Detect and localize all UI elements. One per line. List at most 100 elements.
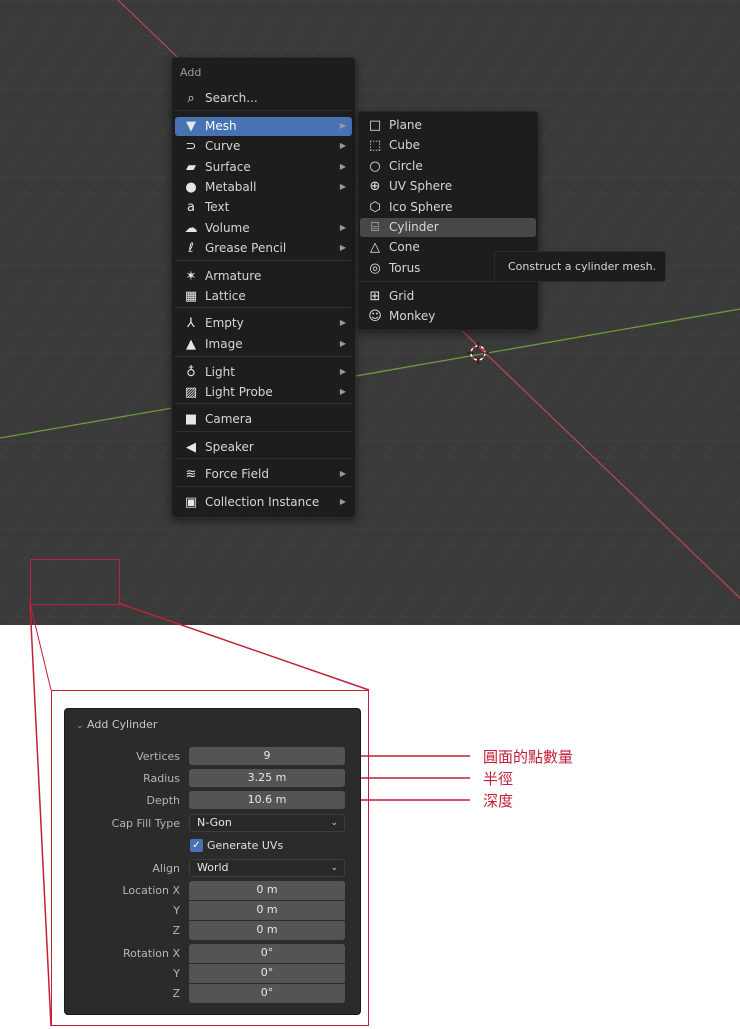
rotation-y-label: Y [173,967,180,980]
chevron-down-icon: ⌄ [330,818,338,828]
menu-separator [175,307,352,308]
mesh-item-cube[interactable]: ⬚ Cube [360,136,536,155]
cap-fill-select[interactable]: N-Gon ⌄ [189,814,345,832]
menu-item-mesh[interactable]: ▼ Mesh ▶ [175,117,352,136]
grease-pencil-icon: ℓ [188,241,194,256]
submenu-arrow-icon: ▶ [339,223,346,232]
menu-item-search[interactable]: ⌕ Search... [175,89,352,108]
menu-item-light[interactable]: ♁ Light ▶ [175,363,352,382]
menu-item-empty[interactable]: ⅄ Empty ▶ [175,314,352,333]
collection-instance-icon: ▣ [184,495,198,510]
menu-item-force-field[interactable]: ≋ Force Field ▶ [175,465,352,484]
submenu-arrow-icon: ▶ [339,497,346,506]
rotation-z-field[interactable]: 0° [189,984,345,1003]
menu-separator [175,110,352,111]
menu-separator [175,403,352,404]
annotation-radius: 半徑 [483,770,514,788]
menu-separator [175,260,352,261]
mesh-item-label: Cone [389,240,420,254]
speaker-icon: ◀ [186,440,196,455]
ico-sphere-icon: ⬡ [369,200,381,215]
armature-icon: ✶ [185,269,197,284]
menu-item-label: Mesh [205,119,237,133]
annotation-depth: 深度 [483,792,514,810]
mesh-item-monkey[interactable]: ☺ Monkey [360,307,536,326]
submenu-arrow-icon: ▶ [339,162,346,171]
menu-item-label: Surface [205,160,251,174]
menu-item-camera[interactable]: ■ Camera [175,410,352,429]
generate-uvs-label[interactable]: Generate UVs [207,839,283,852]
submenu-arrow-icon: ▶ [339,121,346,130]
radius-field[interactable]: 3.25 m [189,769,345,787]
menu-item-collection-instance[interactable]: ▣ Collection Instance ▶ [175,493,352,512]
menu-item-surface[interactable]: ▰ Surface ▶ [175,158,352,177]
menu-item-label: Grease Pencil [205,241,287,255]
vertices-field[interactable]: 9 [189,747,345,765]
menu-item-text[interactable]: a Text [175,198,352,217]
submenu-arrow-icon: ▶ [339,141,346,150]
rotation-z-label: Z [172,987,180,1000]
depth-field[interactable]: 10.6 m [189,791,345,809]
mesh-item-plane[interactable]: □ Plane [360,116,536,135]
submenu-arrow-icon: ▶ [339,387,346,396]
panel-title: Add Cylinder [87,718,158,731]
menu-item-armature[interactable]: ✶ Armature [175,267,352,286]
menu-item-volume[interactable]: ☁ Volume ▶ [175,219,352,238]
cap-fill-value: N-Gon [197,816,232,829]
panel-header[interactable]: ⌄ Add Cylinder [76,718,157,731]
3d-cursor-icon[interactable] [467,342,489,364]
mesh-item-grid[interactable]: ⊞ Grid [360,287,536,306]
menu-item-metaball[interactable]: ● Metaball ▶ [175,178,352,197]
submenu-arrow-icon: ▶ [339,243,346,252]
menu-item-curve[interactable]: ⊃ Curve ▶ [175,137,352,156]
camera-icon: ■ [184,412,198,427]
menu-item-speaker[interactable]: ◀ Speaker [175,438,352,457]
location-y-field[interactable]: 0 m [189,901,345,920]
location-x-field[interactable]: 0 m [189,881,345,900]
add-menu: Add ⌕ Search... ▼ Mesh ▶ ⊃ Curve ▶ ▰ Surface ▶ ● Met… [171,57,356,518]
location-x-label: Location X [122,884,180,897]
mesh-item-label: Torus [389,261,421,275]
annotation-vertices: 圓面的點數量 [483,748,574,766]
menu-item-image[interactable]: ▲ Image ▶ [175,335,352,354]
mesh-item-label: Cylinder [389,220,439,234]
align-select[interactable]: World ⌄ [189,859,345,877]
rotation-x-field[interactable]: 0° [189,944,345,963]
metaball-icon: ● [185,180,197,195]
lattice-icon: ▦ [184,289,198,304]
vertices-label: Vertices [136,750,180,763]
mesh-item-cylinder[interactable]: ⌸ Cylinder [360,218,536,237]
tooltip: Construct a cylinder mesh. [494,251,666,282]
menu-item-label: Volume [205,221,250,235]
mesh-item-label: Circle [389,159,423,173]
mesh-item-label: Ico Sphere [389,200,453,214]
mesh-item-circle[interactable]: ○ Circle [360,157,536,176]
rotation-y-field[interactable]: 0° [189,964,345,983]
uv-sphere-icon: ⊕ [369,179,381,194]
location-z-field[interactable]: 0 m [189,921,345,940]
add-menu-title: Add [180,66,202,79]
mesh-item-uv-sphere[interactable]: ⊕ UV Sphere [360,177,536,196]
menu-item-label: Camera [205,412,253,426]
3d-viewport[interactable]: Add ⌕ Search... ▼ Mesh ▶ ⊃ Curve ▶ ▰ Surface ▶ ● Met… [0,0,740,625]
align-value: World [197,861,229,874]
menu-separator [175,431,352,432]
force-field-icon: ≋ [185,467,197,482]
surface-icon: ▰ [186,160,196,175]
volume-icon: ☁ [184,221,198,236]
tooltip-text: Construct a cylinder mesh. [508,260,657,273]
generate-uvs-checkbox[interactable]: ✓ [190,839,203,852]
cap-fill-label: Cap Fill Type [111,817,180,830]
align-label: Align [152,862,180,875]
menu-item-grease-pencil[interactable]: ℓ Grease Pencil ▶ [175,239,352,258]
torus-icon: ◎ [369,261,381,276]
submenu-arrow-icon: ▶ [339,339,346,348]
mesh-icon: ▼ [186,119,196,134]
menu-item-light-probe[interactable]: ▨ Light Probe ▶ [175,383,352,402]
mesh-item-ico-sphere[interactable]: ⬡ Ico Sphere [360,198,536,217]
menu-item-label: Collection Instance [205,495,320,509]
search-icon: ⌕ [187,91,195,106]
submenu-arrow-icon: ▶ [339,367,346,376]
menu-item-lattice[interactable]: ▦ Lattice [175,287,352,306]
menu-item-label: Force Field [205,467,269,481]
